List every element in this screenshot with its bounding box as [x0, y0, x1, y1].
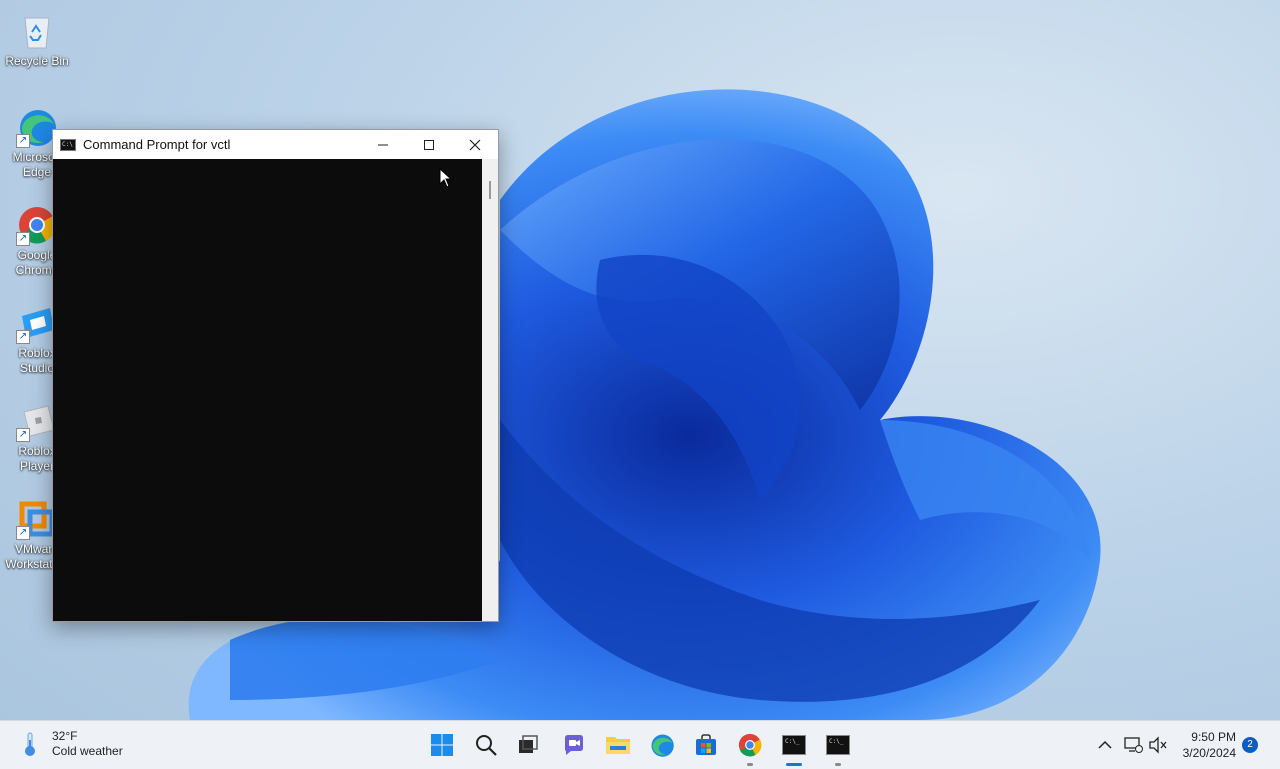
chat-icon: [565, 735, 583, 755]
weather-widget[interactable]: 32°F Cold weather: [18, 729, 123, 759]
scrollbar-thumb[interactable]: [489, 181, 491, 199]
chrome-icon: [738, 733, 762, 757]
taskbar: 32°F Cold weather C:\_ C:\_ 9:50 PM 3/20…: [0, 720, 1280, 769]
volume-button[interactable]: [1142, 729, 1174, 761]
clock-time: 9:50 PM: [1191, 730, 1236, 744]
desktop-icon-recycle-bin[interactable]: Recycle Bin: [2, 10, 72, 69]
desktop-icon-label: Recycle Bin: [5, 54, 69, 68]
chat-button[interactable]: [558, 729, 590, 761]
active-indicator: [786, 763, 802, 766]
minimize-icon: [378, 144, 388, 145]
windows-start-icon: [431, 734, 453, 756]
notification-badge[interactable]: 2: [1242, 737, 1258, 753]
store-button[interactable]: [690, 729, 722, 761]
shortcut-arrow-icon: ↗: [16, 428, 30, 442]
weather-temperature: 32°F: [52, 729, 78, 743]
chrome-taskbar-button[interactable]: [734, 729, 766, 766]
clock[interactable]: 9:50 PM 3/20/2024: [1183, 729, 1236, 761]
maximize-button[interactable]: [406, 130, 452, 159]
thermometer-icon: [25, 732, 35, 756]
volume-muted-icon: [1149, 736, 1167, 754]
vertical-scrollbar[interactable]: [482, 159, 498, 621]
command-prompt-taskbar-button-2[interactable]: C:\_: [822, 729, 854, 766]
svg-text:C:\_: C:\_: [785, 738, 800, 745]
svg-text:C:\_: C:\_: [829, 738, 844, 745]
search-icon: [476, 735, 497, 756]
window-titlebar[interactable]: C:\ Command Prompt for vctl: [53, 130, 498, 159]
console-output-area[interactable]: [53, 159, 483, 621]
clock-date: 3/20/2024: [1182, 746, 1236, 760]
search-button[interactable]: [470, 729, 502, 761]
file-explorer-button[interactable]: [602, 729, 634, 761]
close-icon: [469, 139, 481, 150]
weather-description: Cold weather: [52, 744, 123, 758]
edge-icon: [651, 734, 674, 757]
shortcut-arrow-icon: ↗: [16, 526, 30, 540]
recycle-bin-icon: [16, 10, 58, 52]
terminal-icon: C:\_: [782, 735, 806, 755]
chevron-up-icon: [1098, 740, 1112, 749]
task-view-icon: [519, 735, 538, 753]
terminal-icon: C:\: [60, 138, 76, 151]
edge-taskbar-button[interactable]: [646, 729, 678, 761]
task-view-button[interactable]: [512, 729, 544, 761]
maximize-icon: [424, 139, 434, 150]
running-indicator: [835, 763, 841, 766]
window-title: Command Prompt for vctl: [83, 137, 231, 152]
shortcut-arrow-icon: ↗: [16, 134, 30, 148]
terminal-icon: C:\_: [826, 735, 850, 755]
running-indicator: [747, 763, 753, 766]
start-button[interactable]: [426, 729, 458, 761]
shortcut-arrow-icon: ↗: [16, 232, 30, 246]
command-prompt-window[interactable]: C:\ Command Prompt for vctl: [52, 129, 499, 622]
close-button[interactable]: [452, 130, 498, 159]
mouse-cursor-icon: [439, 168, 453, 188]
network-icon: [1124, 737, 1143, 753]
minimize-button[interactable]: [360, 130, 406, 159]
shortcut-arrow-icon: ↗: [16, 330, 30, 344]
store-icon: [696, 734, 716, 755]
folder-icon: [606, 737, 630, 754]
command-prompt-taskbar-button[interactable]: C:\_: [778, 729, 810, 766]
